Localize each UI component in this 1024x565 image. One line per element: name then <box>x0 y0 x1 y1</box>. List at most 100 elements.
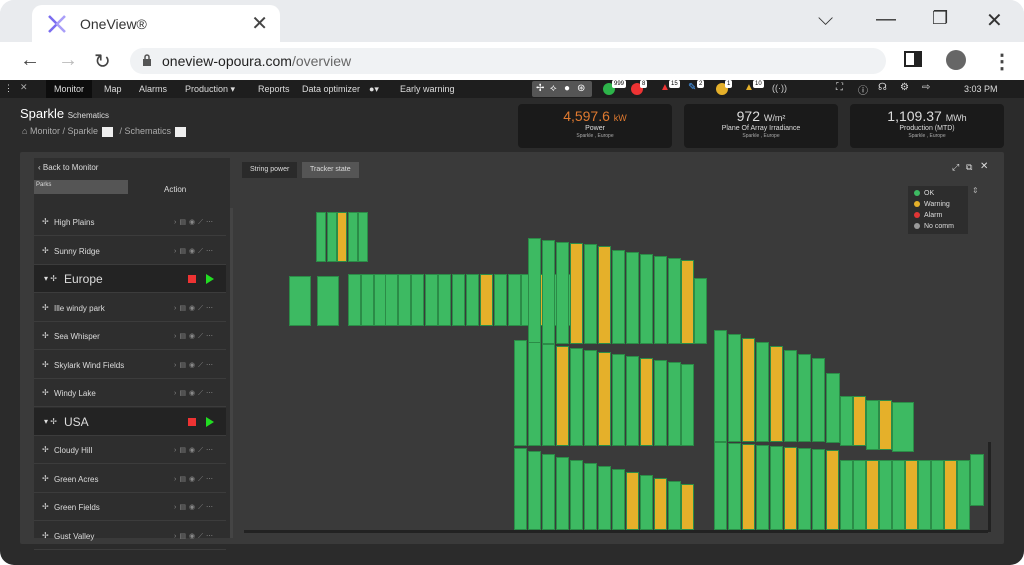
tracker-block[interactable] <box>756 445 769 530</box>
tracker-block[interactable] <box>640 475 653 530</box>
sidebar-item[interactable]: Sunny Ridge ✢ ›▤◉⟋⋯ <box>34 237 226 265</box>
tracker-block[interactable] <box>508 274 521 326</box>
row-action-icons[interactable]: ›▤◉⟋⋯ <box>174 361 216 370</box>
sidebar-item[interactable]: Gust Valley ✢ ›▤◉⟋⋯ <box>34 522 226 550</box>
reload-icon[interactable]: ↻ <box>94 49 111 74</box>
browser-tab[interactable]: OneView® ✕ <box>32 5 280 42</box>
wind-turbine-icon[interactable]: ✢ <box>536 83 544 94</box>
park-search-input[interactable]: Parks <box>34 180 128 194</box>
tracker-block[interactable] <box>681 484 694 530</box>
tab-tracker-state[interactable]: Tracker state <box>302 162 359 178</box>
sidebar-item[interactable]: Ille windy park ✢ ›▤◉⟋⋯ <box>34 294 226 322</box>
sidebar-group[interactable]: USA ▾ ✢ <box>34 407 226 436</box>
tracker-block[interactable] <box>770 446 783 530</box>
row-action-icons[interactable]: ›▤◉⟋⋯ <box>174 332 216 341</box>
profile-avatar-icon[interactable] <box>946 50 966 70</box>
home-icon[interactable]: ⌂ <box>22 126 27 136</box>
app-logo-icon[interactable]: ✕ <box>20 82 28 93</box>
play-icon[interactable] <box>206 416 214 427</box>
nav-production[interactable]: Production ▾ <box>185 84 235 95</box>
breadcrumb-schematics[interactable]: / Schematics <box>120 126 172 136</box>
tracker-block[interactable] <box>957 460 970 530</box>
tracker-block[interactable] <box>612 469 625 530</box>
tracker-block[interactable] <box>598 246 611 344</box>
nav-reports[interactable]: Reports <box>258 84 290 94</box>
tracker-block[interactable] <box>714 330 727 442</box>
legend-toggle-icon[interactable]: ⇕ <box>972 186 979 195</box>
sidebar-item[interactable]: Skylark Wind Fields ✢ ›▤◉⟋⋯ <box>34 351 226 379</box>
breadcrumb-sparkle[interactable]: / Sparkle <box>62 126 98 136</box>
info-box-icon[interactable]: ⓘ <box>858 82 868 97</box>
tracker-block[interactable] <box>866 460 879 530</box>
tracker-block[interactable] <box>570 460 583 530</box>
play-icon[interactable] <box>206 274 214 284</box>
tracker-block[interactable] <box>654 360 667 446</box>
nav-early-warning[interactable]: Early warning <box>400 84 455 94</box>
tracker-block[interactable] <box>798 448 811 530</box>
tracker-block[interactable] <box>358 212 368 262</box>
close-window-icon[interactable]: ✕ <box>986 8 1003 33</box>
forward-arrow-icon[interactable]: → <box>58 49 78 72</box>
tracker-block[interactable] <box>542 454 555 530</box>
tracker-block[interactable] <box>598 466 611 530</box>
sidebar-scrollbar[interactable] <box>230 208 233 538</box>
url-field[interactable]: oneview-opoura.com/overview <box>130 48 886 74</box>
tracker-block[interactable] <box>931 460 944 530</box>
tracker-block[interactable] <box>918 460 931 530</box>
tracker-block[interactable] <box>812 449 825 530</box>
row-action-icons[interactable]: ›▤◉⟋⋯ <box>174 475 216 484</box>
tracker-block[interactable] <box>728 443 741 530</box>
tracker-block[interactable] <box>528 342 541 446</box>
tracker-block[interactable] <box>514 448 527 530</box>
tracker-block[interactable] <box>347 212 358 262</box>
tracker-block[interactable] <box>494 274 507 326</box>
vertical-scrollbar[interactable] <box>988 442 991 532</box>
tracker-block[interactable] <box>570 243 583 344</box>
chevron-down-icon[interactable]: ⌵ <box>818 8 833 31</box>
tracker-block[interactable] <box>654 256 667 344</box>
tracker-block[interactable] <box>970 454 984 506</box>
plant-icon[interactable]: ⊛ <box>577 83 585 94</box>
tracker-block[interactable] <box>694 278 707 344</box>
tracker-block[interactable] <box>840 460 853 530</box>
tracker-block[interactable] <box>361 274 374 326</box>
tracker-block[interactable] <box>640 254 653 344</box>
tracker-block[interactable] <box>626 252 639 344</box>
tracker-block[interactable] <box>879 400 892 450</box>
close-tab-icon[interactable]: ✕ <box>251 11 268 36</box>
tracker-block[interactable] <box>337 212 347 262</box>
stop-icon[interactable] <box>188 417 196 426</box>
tracker-block[interactable] <box>668 362 681 446</box>
side-panel-icon[interactable] <box>904 51 922 67</box>
sidebar-group[interactable]: Europe ▾ ✢ <box>34 265 226 293</box>
tracker-block[interactable] <box>668 258 681 344</box>
tracker-block[interactable] <box>798 354 811 442</box>
tracker-block[interactable] <box>681 364 694 446</box>
tab-string-power[interactable]: String power <box>242 162 298 178</box>
wrench-icon[interactable]: ✎ <box>688 82 696 93</box>
tracker-block[interactable] <box>668 481 681 530</box>
tracker-block[interactable] <box>784 447 797 530</box>
back-to-monitor-link[interactable]: ‹ Back to Monitor <box>38 163 98 172</box>
tracker-block[interactable] <box>879 460 892 530</box>
tracker-block[interactable] <box>840 396 853 446</box>
tracker-block[interactable] <box>853 396 866 446</box>
row-action-icons[interactable]: ›▤◉⟋⋯ <box>174 503 216 512</box>
tracker-block[interactable] <box>398 274 411 326</box>
tracker-block[interactable] <box>728 334 741 442</box>
tracker-block[interactable] <box>556 242 569 344</box>
tracker-block[interactable] <box>742 338 755 442</box>
expand-chevron-icon[interactable]: ▾ ✢ <box>44 274 57 283</box>
row-action-icons[interactable]: ›▤◉⟋⋯ <box>174 247 216 256</box>
tracker-block[interactable] <box>528 238 541 344</box>
tracker-block[interactable] <box>626 472 639 530</box>
solar-tracker-icon[interactable]: ⟡ <box>550 83 557 94</box>
tracker-block[interactable] <box>556 346 569 446</box>
tracker-block[interactable] <box>584 244 597 344</box>
gear-icon[interactable]: ⚙ <box>900 82 909 93</box>
tracker-block[interactable] <box>528 451 541 530</box>
tracker-block[interactable] <box>640 358 653 446</box>
tracker-block[interactable] <box>784 350 797 442</box>
sidebar-item[interactable]: Windy Lake ✢ ›▤◉⟋⋯ <box>34 379 226 407</box>
tracker-block[interactable] <box>542 240 555 344</box>
